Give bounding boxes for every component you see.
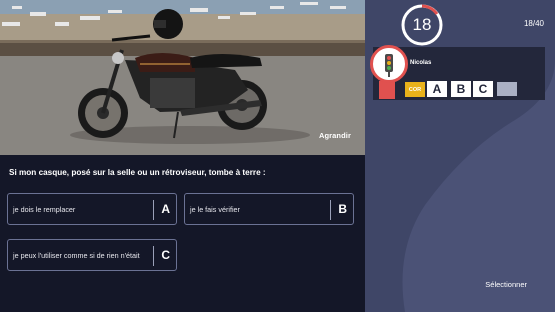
select-button[interactable]: Sélectionner	[485, 280, 527, 289]
countdown-timer: 18	[400, 3, 444, 47]
enlarge-button[interactable]: Agrandir	[319, 131, 351, 140]
question-counter: 18/40	[523, 19, 544, 28]
answer-c-divider	[153, 246, 154, 266]
correction-badge: COR	[405, 82, 425, 97]
answer-chip-empty	[497, 82, 517, 96]
question-pane: Agrandir Si mon casque, posé sur la sell…	[0, 0, 365, 312]
timer-value: 18	[412, 15, 432, 34]
answer-a-divider	[153, 200, 154, 220]
traffic-light-icon	[385, 54, 393, 77]
answer-a-text: je dois le remplacer	[13, 204, 76, 214]
answer-c-button[interactable]: je peux l'utiliser comme si de rien n'ét…	[7, 239, 177, 271]
question-text: Si mon casque, posé sur la selle ou un r…	[9, 168, 266, 177]
answer-a-letter: A	[161, 202, 170, 216]
answer-chip-b: B	[451, 81, 471, 97]
player-card: Nicolas COR A B C	[370, 45, 545, 100]
avatar	[370, 45, 408, 83]
answer-b-letter: B	[338, 202, 347, 216]
answer-chip-a: A	[427, 81, 447, 97]
answer-c-text: je peux l'utiliser comme si de rien n'ét…	[13, 250, 140, 260]
answer-b-text: je le fais vérifier	[190, 204, 240, 214]
player-name: Nicolas	[410, 60, 432, 66]
status-pane: 18 18/40 Nicolas COR A B C Sélectionner	[365, 0, 555, 312]
answer-a-button[interactable]: je dois le remplacer A	[7, 193, 177, 225]
question-photo[interactable]: Agrandir	[0, 0, 365, 155]
answer-b-divider	[330, 200, 331, 220]
answer-b-button[interactable]: je le fais vérifier B	[184, 193, 354, 225]
answer-chip-c: C	[473, 81, 493, 97]
motorcycle-photo	[0, 0, 365, 155]
answer-c-letter: C	[161, 248, 170, 262]
